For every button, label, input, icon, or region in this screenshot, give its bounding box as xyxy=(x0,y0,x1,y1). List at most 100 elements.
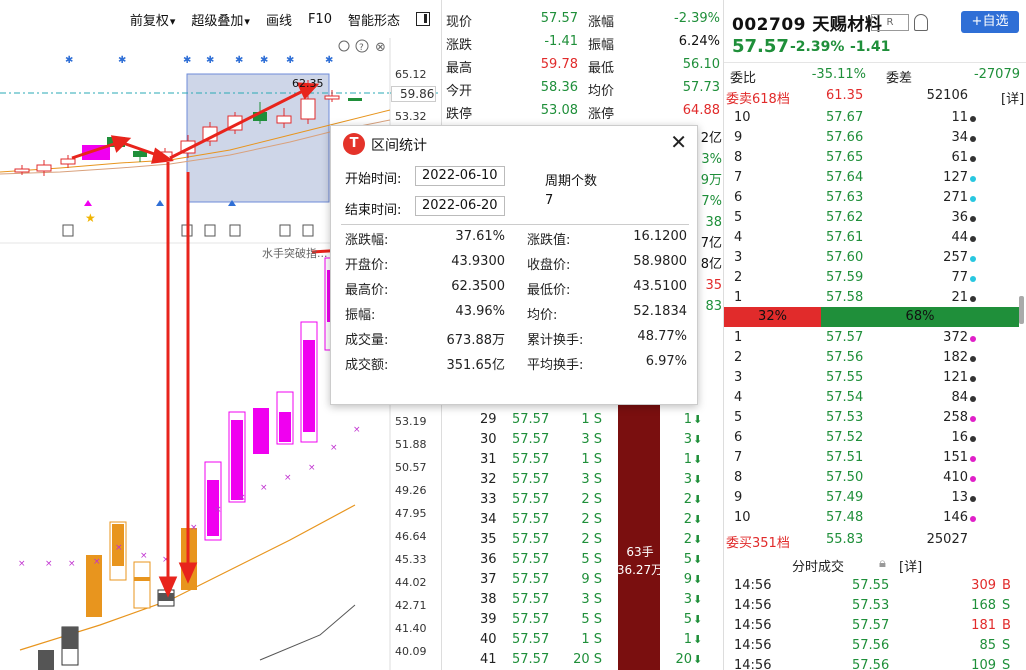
overlay-dropdown[interactable]: 超级叠加 xyxy=(191,10,250,29)
quote-label: 跌停 xyxy=(446,107,473,122)
event-icon[interactable] xyxy=(279,224,291,237)
level-index: 1 xyxy=(734,290,743,305)
lock-icon[interactable]: 🔒︎ xyxy=(879,556,886,571)
tick-row: 41 57.57 20 S 20 ⬇ xyxy=(442,649,723,670)
order-book-row[interactable]: 8 57.65 61 xyxy=(724,148,1026,168)
level-price: 57.49 xyxy=(826,490,864,505)
tick-right-qty: 1 xyxy=(683,412,692,427)
order-book-row[interactable]: 9 57.49 13 xyxy=(724,488,1026,508)
bell-icon[interactable] xyxy=(914,14,928,31)
range-stats-dialog: T 区间统计 ✕ 开始时间: 2022-06-10 周期个数 结束时间: 202… xyxy=(330,125,698,405)
order-book-row[interactable]: 3 57.60 257 xyxy=(724,248,1026,268)
event-icon[interactable] xyxy=(62,224,74,237)
level-price: 57.62 xyxy=(826,210,864,225)
signal-star: ✱ xyxy=(65,55,73,66)
trade-direction: B xyxy=(1002,618,1011,633)
settings-icon[interactable] xyxy=(338,40,350,52)
tick-right-qty: 2 xyxy=(683,492,692,507)
signal-stars: ✱ ✱ ✱ ✱ ✱ ✱ ✱ ✱ xyxy=(65,55,333,66)
start-time-input[interactable]: 2022-06-10 xyxy=(415,166,505,186)
tick-index: 31 xyxy=(480,452,497,467)
order-book-row[interactable]: 1 57.57 372 xyxy=(724,328,1026,348)
stat-label: 振幅: xyxy=(345,308,376,323)
end-time-label: 结束时间: xyxy=(345,203,402,218)
quote-value: 57.73 xyxy=(682,80,720,95)
panel-toggle-icon[interactable] xyxy=(416,12,430,26)
event-icon[interactable] xyxy=(204,224,216,237)
f10-button[interactable]: F10 xyxy=(308,12,332,27)
order-book-row[interactable]: 3 57.55 121 xyxy=(724,368,1026,388)
stat-label: 均价: xyxy=(527,308,558,323)
order-book-row[interactable]: 7 57.64 127 xyxy=(724,168,1026,188)
quote-row: 现价 57.57 涨幅 -2.39% xyxy=(442,8,723,31)
scrollbar-thumb[interactable] xyxy=(1019,296,1024,324)
event-icon[interactable] xyxy=(229,224,241,237)
order-book-row[interactable]: 2 57.59 77 xyxy=(724,268,1026,288)
detail-link[interactable]: [详] xyxy=(1001,88,1024,107)
help-icon-glyph: ? xyxy=(359,43,364,53)
dialog-title: 区间统计 xyxy=(371,138,427,154)
down-arrow-icon: ⬇ xyxy=(693,493,703,506)
trade-row: 14:56 57.56 109 S xyxy=(724,656,1026,670)
close-icon[interactable]: ⊗ xyxy=(375,40,386,55)
event-icon[interactable] xyxy=(302,224,314,237)
adjust-dropdown[interactable]: 前复权 xyxy=(130,10,176,29)
tick-right-qty: 3 xyxy=(683,432,692,447)
signal-star: ✱ xyxy=(235,55,243,66)
signal-star: ✱ xyxy=(260,55,268,66)
stat-value: 48.77% xyxy=(637,329,687,344)
order-book-row[interactable]: 9 57.66 34 xyxy=(724,128,1026,148)
trades-detail-link[interactable]: [详] xyxy=(899,556,922,575)
order-book-row[interactable]: 7 57.51 151 xyxy=(724,448,1026,468)
level-volume: 44 xyxy=(951,230,968,245)
level-dot-icon xyxy=(970,296,976,302)
trades-title[interactable]: 分时成交 xyxy=(792,556,844,575)
tick-index: 37 xyxy=(480,572,497,587)
price-tick: 65.12 xyxy=(395,68,427,81)
close-icon[interactable]: ✕ xyxy=(670,130,687,154)
trade-volume: 85 xyxy=(979,638,996,653)
partial-value: 38 xyxy=(705,215,722,230)
tick-right-qty: 20 xyxy=(675,652,692,667)
level-volume: 151 xyxy=(943,450,968,465)
order-book-row[interactable]: 4 57.61 44 xyxy=(724,228,1026,248)
level-volume: 11 xyxy=(951,110,968,125)
svg-text:×: × xyxy=(238,493,246,503)
draw-line-button[interactable]: 画线 xyxy=(266,10,292,29)
stat-label: 开盘价: xyxy=(345,258,389,273)
trades-header: 分时成交 🔒︎ [详] xyxy=(724,553,1026,575)
sell-ratio: 68% xyxy=(821,307,1019,327)
order-book-row[interactable]: 10 57.67 11 xyxy=(724,108,1026,128)
trade-time: 14:56 xyxy=(734,658,772,670)
rating-badge[interactable]: R xyxy=(871,14,909,31)
level-price: 57.60 xyxy=(826,250,864,265)
tick-right-qty: 2 xyxy=(683,532,692,547)
trade-time: 14:56 xyxy=(734,618,772,633)
smart-pattern-button[interactable]: 智能形态 xyxy=(348,10,400,29)
order-book-row[interactable]: 5 57.62 36 xyxy=(724,208,1026,228)
stat-label: 成交额: xyxy=(345,358,389,373)
order-book-row[interactable]: 5 57.53 258 xyxy=(724,408,1026,428)
tick-index: 35 xyxy=(480,532,497,547)
level-price: 57.55 xyxy=(826,370,864,385)
order-book-row[interactable]: 2 57.56 182 xyxy=(724,348,1026,368)
trade-price: 57.55 xyxy=(852,578,890,593)
order-book-row[interactable]: 4 57.54 84 xyxy=(724,388,1026,408)
add-watchlist-button[interactable]: +自选 xyxy=(961,11,1019,33)
order-book-row[interactable]: 6 57.52 16 xyxy=(724,428,1026,448)
price-tick: 40.09 xyxy=(395,645,427,658)
level-volume: 13 xyxy=(951,490,968,505)
order-book-row[interactable]: 6 57.63 271 xyxy=(724,188,1026,208)
tick-price: 57.57 xyxy=(512,452,550,467)
start-time-label: 开始时间: xyxy=(345,172,402,187)
tick-right-qty: 2 xyxy=(683,512,692,527)
end-time-input[interactable]: 2022-06-20 xyxy=(415,196,505,216)
level-volume: 121 xyxy=(943,370,968,385)
order-book-row[interactable]: 1 57.58 21 xyxy=(724,288,1026,308)
price-tick: 41.40 xyxy=(395,622,427,635)
order-book-row[interactable]: 8 57.50 410 xyxy=(724,468,1026,488)
order-book-row[interactable]: 10 57.48 146 xyxy=(724,508,1026,528)
lower-ma-gray xyxy=(259,604,356,661)
indicator-label[interactable]: 水手突破指... xyxy=(262,245,328,261)
sell-summary-vol: 52106 xyxy=(926,88,968,103)
